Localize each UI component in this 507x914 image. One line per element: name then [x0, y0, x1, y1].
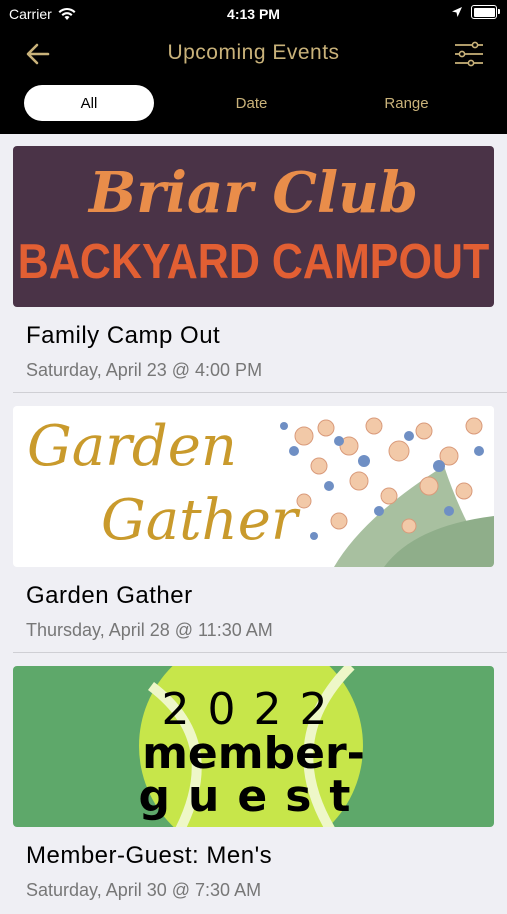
event-title: Family Camp Out	[26, 322, 221, 349]
segment-all[interactable]: All	[24, 85, 154, 121]
flower-illustration	[264, 406, 494, 567]
event-date: Saturday, April 23 @ 4:00 PM	[26, 360, 263, 380]
banner-text: Gather	[101, 488, 298, 553]
status-right	[451, 5, 500, 19]
banner-text: guest	[138, 771, 369, 822]
divider	[13, 392, 507, 393]
event-banner-image: Briar Club BACKYARD CAMPOUT	[13, 146, 494, 307]
segment-date[interactable]: Date	[174, 85, 329, 121]
header: Carrier 4:13 PM Upcoming Events All Date…	[0, 0, 507, 134]
event-title: Garden Gather	[26, 582, 193, 609]
event-banner-image: 2022 member- guest	[13, 666, 494, 827]
page-title: Upcoming Events	[167, 41, 340, 64]
filter-segmented-control: All Date Range	[24, 85, 484, 121]
event-list: Briar Club BACKYARD CAMPOUT Family Camp …	[0, 134, 507, 914]
nav-bar: Upcoming Events	[0, 28, 507, 80]
battery-icon	[471, 5, 500, 19]
banner-text: Garden	[27, 414, 237, 479]
banner-text: BACKYARD CAMPOUT	[17, 234, 490, 290]
banner-text: Briar Club	[88, 160, 419, 226]
event-date: Saturday, April 30 @ 7:30 AM	[26, 880, 262, 900]
filter-sliders-icon[interactable]	[453, 38, 485, 70]
divider	[13, 652, 507, 653]
event-banner-image: Garden Gather	[13, 406, 494, 567]
event-title: Member-Guest: Men's	[26, 842, 273, 869]
location-icon	[452, 7, 462, 17]
status-bar: Carrier 4:13 PM	[0, 0, 507, 28]
event-card[interactable]: Briar Club BACKYARD CAMPOUT Family Camp …	[0, 134, 507, 394]
event-card[interactable]: 2022 member- guest Member-Guest: Men's S…	[0, 654, 507, 914]
event-date: Thursday, April 28 @ 11:30 AM	[26, 620, 273, 640]
event-card[interactable]: Garden Gather Garden Gather Thursday, Ap…	[0, 394, 507, 654]
segment-range[interactable]: Range	[329, 85, 484, 121]
clock: 4:13 PM	[227, 6, 280, 22]
